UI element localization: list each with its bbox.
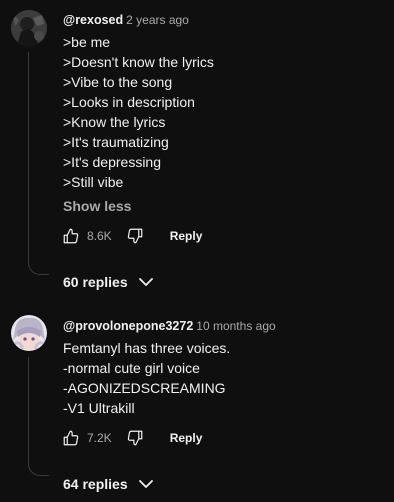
comment-text: Femtanyl has three voices. -normal cute … — [63, 338, 230, 418]
thumbs-down-icon[interactable] — [124, 225, 146, 247]
comment-time[interactable]: 10 months ago — [196, 319, 275, 333]
thumbs-up-icon[interactable] — [60, 225, 82, 247]
comment-header: @rexosed 2 years ago — [63, 12, 189, 28]
reply-button[interactable]: Reply — [170, 431, 203, 445]
avatar[interactable] — [11, 10, 47, 46]
comment-line: >Know the lyrics — [63, 114, 166, 130]
thumbs-down-icon[interactable] — [124, 427, 146, 449]
author-name[interactable]: @provolonepone3272 — [63, 319, 193, 333]
chevron-down-icon — [138, 274, 154, 290]
comment-line: >Vibe to the song — [63, 74, 173, 90]
thread-line — [28, 52, 49, 275]
comment-line: >It's traumatizing — [63, 134, 169, 150]
comment-line: >Still vibe — [63, 174, 124, 190]
like-count: 7.2K — [87, 431, 112, 445]
comment-actions: 7.2K Reply — [60, 427, 202, 449]
like-count: 8.6K — [87, 229, 112, 243]
comment-header: @provolonepone3272 10 months ago — [63, 318, 276, 334]
avatar[interactable] — [11, 315, 47, 351]
replies-toggle[interactable]: 60 replies — [63, 271, 154, 293]
thread-line — [28, 357, 49, 476]
comment-line: -V1 Ultrakill — [63, 400, 135, 416]
replies-count: 64 replies — [63, 476, 128, 492]
comment-line: Femtanyl has three voices. — [63, 340, 231, 356]
replies-count: 60 replies — [63, 274, 128, 290]
comment-line: >Doesn't know the lyrics — [63, 54, 214, 70]
comment-line: >Looks in description — [63, 94, 195, 110]
comment-line: -normal cute girl voice — [63, 360, 200, 376]
author-name[interactable]: @rexosed — [63, 13, 123, 27]
comment-text: >be me >Doesn't know the lyrics >Vibe to… — [63, 32, 214, 192]
comment-line: -AGONIZEDSCREAMING — [63, 380, 226, 396]
comment-line: >be me — [63, 34, 111, 50]
thumbs-up-icon[interactable] — [60, 427, 82, 449]
replies-toggle[interactable]: 64 replies — [63, 473, 154, 495]
comment-actions: 8.6K Reply — [60, 225, 202, 247]
comment-line: >It's depressing — [63, 154, 162, 170]
show-less-button[interactable]: Show less — [63, 198, 131, 214]
reply-button[interactable]: Reply — [170, 229, 203, 243]
chevron-down-icon — [138, 476, 154, 492]
comment-time[interactable]: 2 years ago — [126, 13, 189, 27]
